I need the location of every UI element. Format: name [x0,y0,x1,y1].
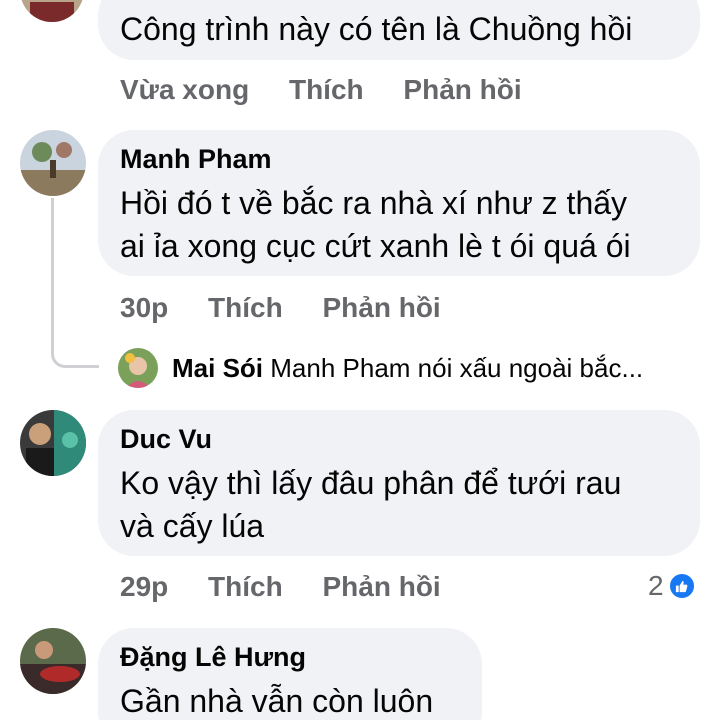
like-icon [667,572,696,600]
comment-meta: Vừa xong Thích Phản hồi [120,74,522,106]
reply-snippet[interactable]: Manh Pham nói xấu ngoài bắc... [270,353,643,383]
reply-preview[interactable]: Mai Sói Manh Pham nói xấu ngoài bắc... [172,353,643,384]
comment-time[interactable]: 30p [120,292,168,323]
reply-button[interactable]: Phản hồi [322,292,440,323]
avatar[interactable] [20,628,86,694]
avatar[interactable] [118,348,158,388]
reply-author[interactable]: Mai Sói [172,353,263,383]
comment-author[interactable]: Duc Vu [120,424,212,455]
comment-text: và cấy lúa [120,508,265,544]
avatar[interactable] [20,410,86,476]
avatar[interactable] [20,0,84,22]
comment-author[interactable]: Manh Pham [120,144,272,175]
reaction-count: 2 [648,570,664,601]
reply-button[interactable]: Phản hồi [403,74,521,105]
comment-text: Công trình này có tên là Chuồng hồi [120,11,633,47]
avatar[interactable] [20,130,86,196]
comment-meta: 29p Thích Phản hồi [120,571,441,603]
thread-connector [51,198,99,368]
like-button[interactable]: Thích [208,571,283,602]
reaction-summary[interactable]: 2 [648,570,696,602]
comment-text: ai ỉa xong cục cứt xanh lè t ói quá ói [120,228,631,264]
comment-time[interactable]: 29p [120,571,168,602]
comment-meta: 30p Thích Phản hồi [120,292,441,324]
comment-author[interactable]: Đặng Lê Hưng [120,642,306,673]
like-button[interactable]: Thích [208,292,283,323]
reply-button[interactable]: Phản hồi [322,571,440,602]
comment-text: Ko vậy thì lấy đâu phân để tưới rau [120,465,622,501]
comment-time[interactable]: Vừa xong [120,74,249,105]
comment-text: Gần nhà vẫn còn luôn [120,683,434,719]
comment-text: Hồi đó t về bắc ra nhà xí như z thấy [120,185,628,221]
like-button[interactable]: Thích [289,74,364,105]
